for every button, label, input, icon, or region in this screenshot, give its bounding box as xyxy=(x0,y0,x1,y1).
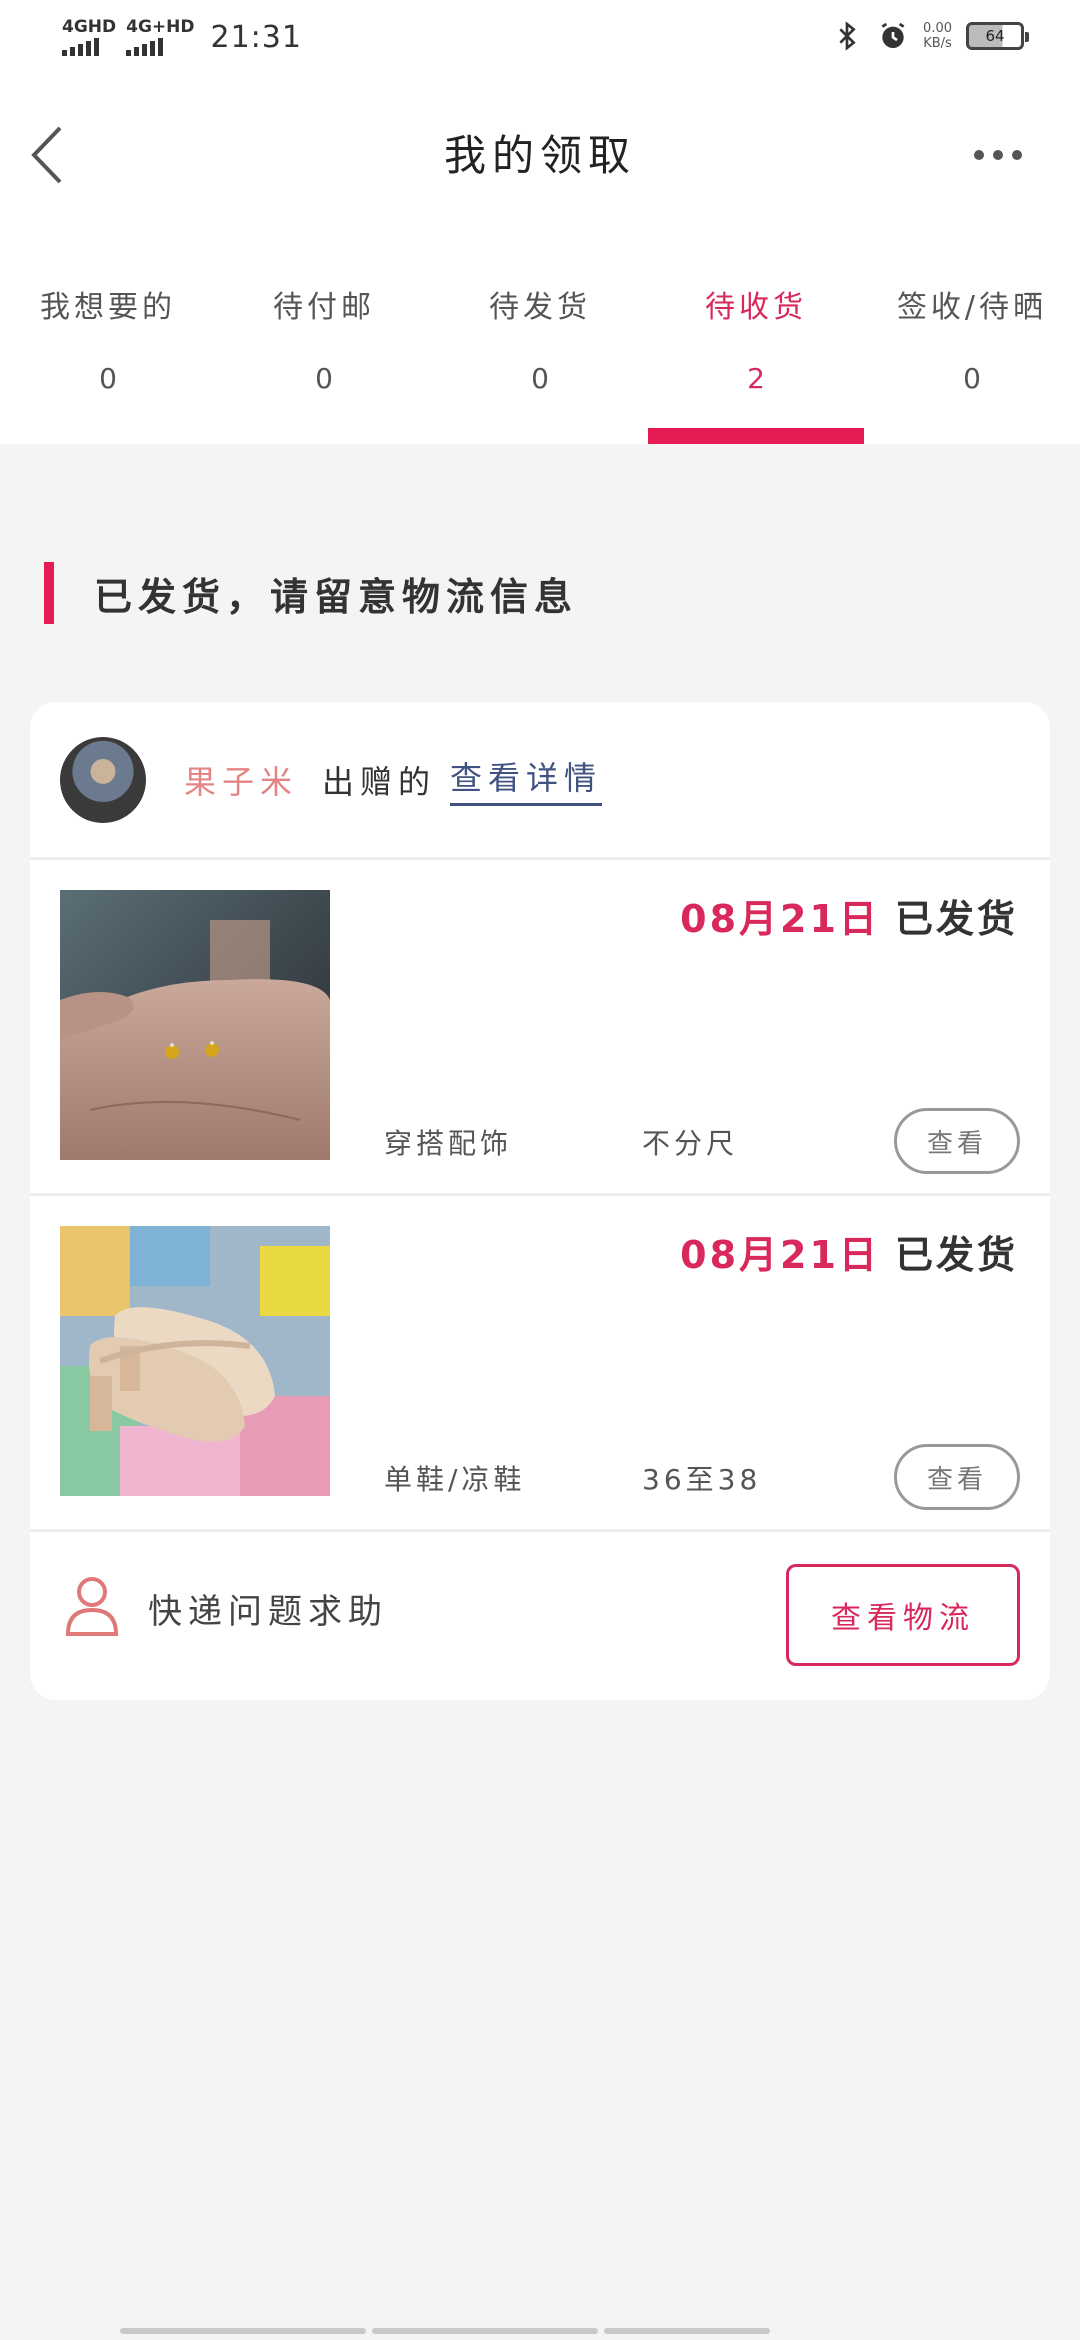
tab-label: 待收货 xyxy=(705,290,807,325)
tab-label: 待付邮 xyxy=(273,290,375,325)
tab-label: 签收/待晒 xyxy=(896,290,1048,325)
item-category: 穿搭配饰 xyxy=(384,1127,513,1160)
help-row: 快递问题求助 查看物流 xyxy=(30,1532,1050,1696)
page-title: 我的领取 xyxy=(443,131,636,180)
earrings-photo[interactable] xyxy=(60,890,330,1160)
ship-state: 已发货 xyxy=(894,1233,1018,1277)
giver-name[interactable]: 果子米 xyxy=(184,757,298,803)
section-heading: 已发货，请留意物流信息 xyxy=(44,562,578,624)
battery-icon: 64 xyxy=(966,22,1029,50)
tab-count: 0 xyxy=(99,362,117,395)
user-icon[interactable] xyxy=(64,1574,120,1636)
tab-pending-receipt[interactable]: 待收货 2 xyxy=(648,230,864,444)
status-time: 21:31 xyxy=(210,19,302,55)
list-item[interactable]: 08月21日 已发货 穿搭配饰 不分尺 查看 xyxy=(30,860,1050,1196)
tab-label: 待发货 xyxy=(489,290,591,325)
view-button[interactable]: 查看 xyxy=(894,1444,1020,1510)
more-horizontal-icon[interactable] xyxy=(974,140,1034,170)
signal-label-1: 4GHD xyxy=(62,17,117,37)
item-size: 不分尺 xyxy=(642,1127,739,1160)
list-item[interactable]: 08月21日 已发货 单鞋/凉鞋 36至38 查看 xyxy=(30,1196,1050,1532)
bluetooth-icon xyxy=(839,21,856,51)
item-category: 单鞋/凉鞋 xyxy=(384,1463,526,1496)
avatar[interactable] xyxy=(60,736,146,823)
status-left: 4GHD 4G+HD 21:31 xyxy=(62,18,302,56)
network-speed-unit: KB/s xyxy=(923,36,952,51)
tab-wanted[interactable]: 我想要的 0 xyxy=(0,230,216,444)
section-heading-text: 已发货，请留意物流信息 xyxy=(94,574,579,619)
tab-count: 0 xyxy=(963,362,981,395)
network-speed: 0.00 KB/s xyxy=(923,21,952,51)
view-button[interactable]: 查看 xyxy=(894,1108,1020,1174)
signal-indicator-1: 4GHD xyxy=(62,18,116,56)
signal-indicator-2: 4G+HD xyxy=(126,17,195,56)
section-accent-bar xyxy=(44,562,54,624)
view-details-link[interactable]: 查看详情 xyxy=(450,753,603,806)
signal-bars-icon xyxy=(126,38,164,56)
status-tabs: 我想要的 0 待付邮 0 待发货 0 待收货 2 签收/待晒 0 xyxy=(0,230,1080,444)
ship-date: 08月21日 xyxy=(680,1233,880,1277)
giver-suffix: 出赠的 xyxy=(322,762,437,801)
tab-count: 0 xyxy=(315,362,333,395)
battery-level: 64 xyxy=(985,27,1005,45)
app-header: 我的领取 xyxy=(0,80,1080,230)
status-bar: 4GHD 4G+HD 21:31 0.00 KB/s 64 xyxy=(0,0,1080,80)
delivery-help-link[interactable]: 快递问题求助 xyxy=(148,1584,388,1633)
tab-pending-postage[interactable]: 待付邮 0 xyxy=(216,230,432,444)
item-status: 08月21日 已发货 xyxy=(680,1224,1018,1279)
ship-date: 08月21日 xyxy=(680,897,880,941)
tab-signed-review[interactable]: 签收/待晒 0 xyxy=(864,230,1080,444)
tab-pending-shipment[interactable]: 待发货 0 xyxy=(432,230,648,444)
shoes-photo[interactable] xyxy=(60,1226,330,1496)
gesture-nav-bar xyxy=(120,2328,960,2336)
giver-row: 果子米 出赠的 查看详情 xyxy=(30,702,1050,860)
tab-count: 0 xyxy=(531,362,549,395)
signal-label-2: 4G+HD xyxy=(126,17,195,37)
ship-state: 已发货 xyxy=(894,897,1018,941)
status-right: 0.00 KB/s 64 xyxy=(831,20,1029,52)
item-size: 36至38 xyxy=(642,1463,762,1496)
order-card: 果子米 出赠的 查看详情 08月21日 已发货 穿搭配饰 不分尺 查看 08月2… xyxy=(30,702,1050,1700)
view-logistics-button[interactable]: 查看物流 xyxy=(786,1564,1020,1666)
signal-bars-icon xyxy=(62,38,99,56)
alarm-icon xyxy=(881,22,905,48)
item-status: 08月21日 已发货 xyxy=(680,888,1018,943)
tab-count: 2 xyxy=(747,362,765,395)
network-speed-value: 0.00 xyxy=(923,21,952,36)
tab-label: 我想要的 xyxy=(40,290,176,325)
